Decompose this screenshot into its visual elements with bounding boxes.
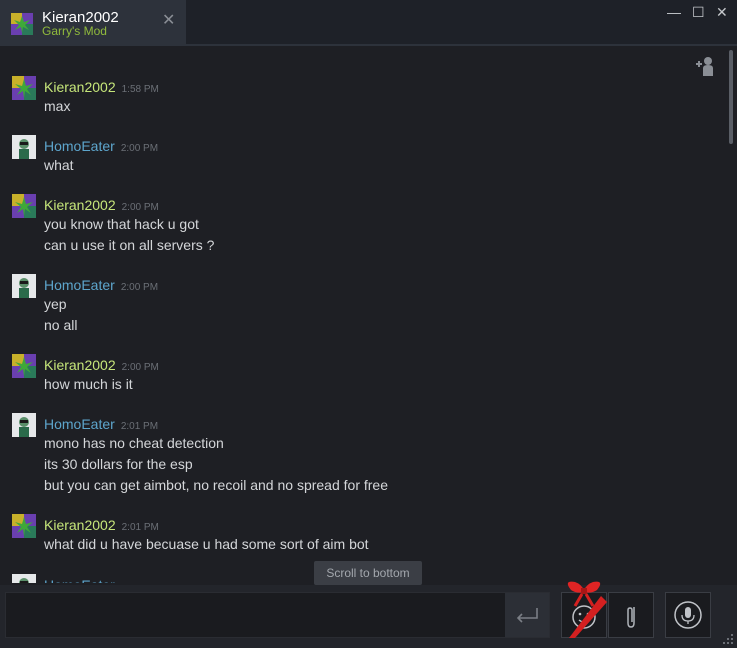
message-header: HomoEater 2:00 PM (44, 138, 158, 156)
homoeater-avatar[interactable] (12, 413, 36, 437)
message-text: yep (44, 296, 67, 312)
add-friend-icon[interactable] (693, 54, 717, 78)
kieran-avatar (11, 13, 33, 35)
message-timestamp: 2:00 PM (121, 362, 159, 373)
message-header: Kieran2002 2:01 PM (44, 517, 159, 535)
chat-history[interactable]: Kieran2002 1:58 PM max HomoEater 2:00 PM what… (0, 46, 727, 583)
message-author[interactable]: Kieran2002 (44, 79, 116, 95)
message-text: you know that hack u got (44, 216, 199, 232)
homoeater-avatar[interactable] (12, 274, 36, 298)
message-header: Kieran2002 1:58 PM (44, 79, 159, 97)
message-author[interactable]: HomoEater (44, 277, 115, 293)
kieran-avatar[interactable] (12, 194, 36, 218)
message-author[interactable]: HomoEater (44, 138, 115, 154)
kieran-avatar[interactable] (12, 76, 36, 100)
message-author[interactable]: Kieran2002 (44, 357, 116, 373)
send-button[interactable] (505, 593, 549, 637)
message-author[interactable]: Kieran2002 (44, 197, 116, 213)
microphone-icon (674, 601, 702, 629)
message-text: its 30 dollars for the esp (44, 456, 193, 472)
message-text: what (44, 157, 74, 173)
resize-grip-icon[interactable] (722, 633, 734, 645)
message-header: HomoEater 2:00 PM (44, 277, 158, 295)
maximize-button[interactable]: ☐ (692, 4, 705, 20)
message-timestamp: 2:00 PM (121, 202, 159, 213)
message-input[interactable] (5, 592, 550, 638)
message-timestamp: 1:58 PM (121, 84, 159, 95)
message-text: mono has no cheat detection (44, 435, 224, 451)
scrollbar-thumb[interactable] (729, 50, 733, 144)
message-header: Kieran2002 2:00 PM (44, 357, 159, 375)
homoeater-avatar[interactable] (12, 574, 36, 583)
message-timestamp: 2:01 PM (121, 582, 158, 583)
message-text: how much is it (44, 376, 133, 392)
message-text: but you can get aimbot, no recoil and no… (44, 477, 388, 493)
voice-chat-button[interactable] (665, 592, 711, 638)
message-text: can u use it on all servers ? (44, 237, 215, 253)
chat-tab[interactable]: Kieran2002 Garry's Mod ✕ (0, 0, 186, 44)
tab-game-name: Garry's Mod (42, 24, 107, 38)
message-author[interactable]: Kieran2002 (44, 517, 116, 533)
close-window-button[interactable]: ✕ (716, 4, 728, 20)
message-timestamp: 2:00 PM (120, 143, 159, 154)
kieran-avatar[interactable] (12, 354, 36, 378)
message-text: max (44, 98, 71, 114)
message-author[interactable]: HomoEater (44, 577, 115, 583)
tab-close-button[interactable]: ✕ (162, 13, 175, 29)
message-header: HomoEater 2:01 PM (44, 416, 158, 434)
scroll-to-bottom-button[interactable]: Scroll to bottom (314, 561, 422, 585)
message-header: HomoEater 2:01 PM (44, 577, 158, 583)
message-author[interactable]: HomoEater (44, 416, 115, 432)
message-text: no all (44, 317, 78, 333)
message-timestamp: 2:01 PM (121, 522, 159, 533)
message-timestamp: 2:01 PM (120, 421, 159, 432)
message-header: Kieran2002 2:00 PM (44, 197, 159, 215)
message-text: what did u have becuase u had some sort … (44, 536, 369, 552)
attach-button[interactable] (608, 592, 654, 638)
send-icon (516, 608, 538, 623)
minimize-button[interactable]: — (667, 4, 681, 20)
message-timestamp: 2:00 PM (120, 282, 159, 293)
kieran-avatar[interactable] (12, 514, 36, 538)
homoeater-avatar[interactable] (12, 135, 36, 159)
gift-ribbon-icon (567, 581, 607, 638)
paperclip-icon (627, 607, 635, 628)
